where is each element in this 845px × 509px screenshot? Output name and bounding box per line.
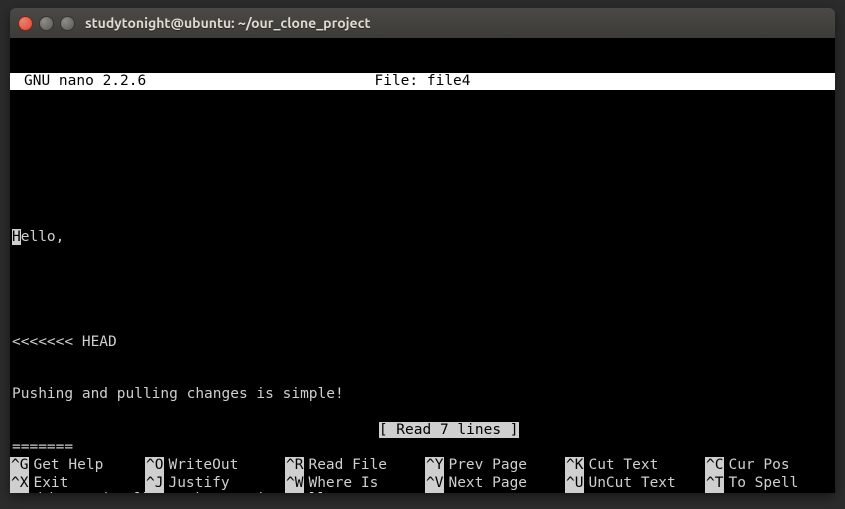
editor-line: Pushing and pulling changes is simple!	[12, 386, 835, 404]
shortcut-exit[interactable]: ^XExit	[10, 475, 145, 492]
maximize-icon[interactable]	[60, 16, 75, 31]
shortcut-prev-page[interactable]: ^YPrev Page	[425, 457, 565, 474]
shortcut-read-file[interactable]: ^RRead File	[285, 457, 425, 474]
cursor: H	[12, 229, 21, 245]
editor-line	[12, 282, 835, 300]
shortcut-to-spell[interactable]: ^TTo Spell	[705, 475, 825, 492]
shortcut-where-is[interactable]: ^WWhere Is	[285, 475, 425, 492]
shortcut-writeout[interactable]: ^OWriteOut	[145, 457, 285, 474]
terminal-window: studytonight@ubuntu: ~/our_clone_project…	[10, 8, 835, 493]
nano-status: [ Read 7 lines ]	[10, 405, 835, 457]
nano-header: GNU nano 2.2.6 File: file4	[10, 73, 835, 90]
shortcut-get-help[interactable]: ^GGet Help	[10, 457, 145, 474]
shortcut-justify[interactable]: ^JJustify	[145, 475, 285, 492]
status-message: [ Read 7 lines ]	[379, 422, 519, 438]
close-icon[interactable]	[18, 16, 33, 31]
editor-line: ello,	[21, 229, 65, 245]
nano-file-label: File: file4	[374, 73, 470, 90]
editor-line: <<<<<<< HEAD	[12, 334, 835, 352]
window-titlebar[interactable]: studytonight@ubuntu: ~/our_clone_project	[10, 8, 835, 38]
terminal-viewport[interactable]: GNU nano 2.2.6 File: file4 Hello, <<<<<<…	[10, 38, 835, 493]
nano-shortcuts: ^GGet Help ^OWriteOut ^RRead File ^YPrev…	[10, 457, 835, 493]
window-title: studytonight@ubuntu: ~/our_clone_project	[85, 15, 371, 32]
shortcut-cur-pos[interactable]: ^CCur Pos	[705, 457, 825, 474]
nano-version: GNU nano 2.2.6	[10, 73, 146, 90]
minimize-icon[interactable]	[39, 16, 54, 31]
shortcut-next-page[interactable]: ^VNext Page	[425, 475, 565, 492]
shortcut-uncut-text[interactable]: ^UUnCut Text	[565, 475, 705, 492]
shortcut-cut-text[interactable]: ^KCut Text	[565, 457, 705, 474]
